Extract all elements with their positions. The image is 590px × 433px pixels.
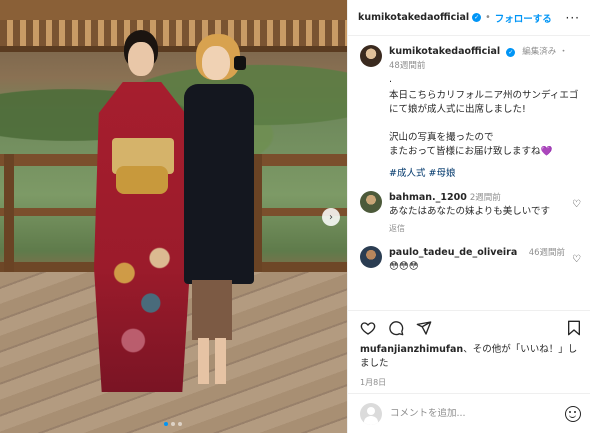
caption-text: 本日こちらカリフォルニア州のサンディエゴにて娘が成人式に出席しました! 沢山の写…	[389, 90, 579, 157]
hair-bow	[234, 56, 246, 70]
comment-text: あなたはあなたの妹よりも美しいです	[389, 206, 551, 217]
current-user-avatar	[360, 402, 382, 425]
carousel-dot	[164, 422, 168, 426]
carousel-dot	[171, 422, 175, 426]
post-side-panel: kumikotakedaofficial ✓ • フォローする ··· kumi…	[347, 0, 590, 433]
kimono-pattern	[98, 228, 186, 378]
comment-username[interactable]: paulo_tadeu_de_oliveira	[389, 246, 517, 260]
heart-icon[interactable]	[360, 320, 376, 336]
more-options-icon[interactable]: ···	[566, 11, 580, 25]
comment-row: paulo_tadeu_de_oliveira 46週間前 😳😳😳 ♡	[360, 246, 581, 274]
caption-lead: .	[389, 74, 393, 85]
carousel-dot	[178, 422, 182, 426]
avatar[interactable]	[360, 191, 382, 213]
verified-badge-icon: ✓	[506, 48, 516, 57]
skirt	[192, 280, 232, 340]
reply-button[interactable]: 返信	[389, 222, 565, 236]
follow-button[interactable]: フォローする	[495, 11, 552, 25]
comment-row: bahman._1200 2週間前 あなたはあなたの妹よりも美しいです 返信 ♡	[360, 191, 581, 236]
face	[202, 46, 230, 80]
comment-like-icon[interactable]: ♡	[572, 254, 581, 265]
liked-by-username[interactable]: mufanjianzhimufan	[360, 344, 463, 355]
avatar[interactable]	[360, 45, 382, 67]
comments-list[interactable]: kumikotakedaofficial ✓ 編集済み ・ 48週間前 . 本日…	[348, 37, 590, 309]
share-icon[interactable]	[416, 320, 432, 336]
edited-label: 編集済み	[522, 47, 557, 57]
carousel-indicator	[164, 422, 182, 426]
comment-time[interactable]: 46週間前	[529, 246, 565, 260]
comment-username[interactable]: bahman._1200	[389, 192, 467, 203]
caption-time[interactable]: 48週間前	[389, 61, 425, 71]
likes-summary: mufanjianzhimufan、その他が「いいね！」しました	[360, 343, 581, 371]
emoji-icon[interactable]	[565, 405, 581, 422]
caption-hashtags[interactable]: #成人式 #母娘	[389, 167, 581, 181]
author-username[interactable]: kumikotakedaofficial	[358, 12, 469, 23]
post-photo[interactable]: ›	[0, 0, 347, 433]
separator: ・	[559, 47, 568, 57]
post-header: kumikotakedaofficial ✓ • フォローする ···	[348, 0, 590, 36]
add-comment-bar	[348, 393, 590, 433]
comment-time[interactable]: 2週間前	[470, 193, 501, 203]
coat	[184, 84, 254, 284]
railing-post	[4, 154, 14, 272]
avatar[interactable]	[360, 246, 382, 268]
verified-badge-icon: ✓	[472, 13, 482, 22]
comment-icon[interactable]	[388, 320, 404, 336]
face	[128, 42, 154, 76]
separator: •	[485, 12, 491, 23]
caption-username[interactable]: kumikotakedaofficial	[389, 46, 500, 57]
comment-text: 😳😳😳	[389, 261, 419, 272]
bookmark-icon[interactable]	[567, 320, 581, 336]
comment-like-icon[interactable]: ♡	[572, 199, 581, 210]
post-date[interactable]: 1月8日	[360, 377, 581, 388]
caption-row: kumikotakedaofficial ✓ 編集済み ・ 48週間前 . 本日…	[360, 45, 581, 181]
legs	[198, 338, 226, 384]
comment-input[interactable]	[390, 408, 557, 419]
chevron-right-icon[interactable]: ›	[322, 208, 340, 226]
post-actions: mufanjianzhimufan、その他が「いいね！」しました 1月8日	[348, 310, 590, 388]
handbag	[116, 166, 168, 194]
pergola-beam	[0, 0, 347, 20]
mother-in-black-coat	[174, 34, 264, 394]
